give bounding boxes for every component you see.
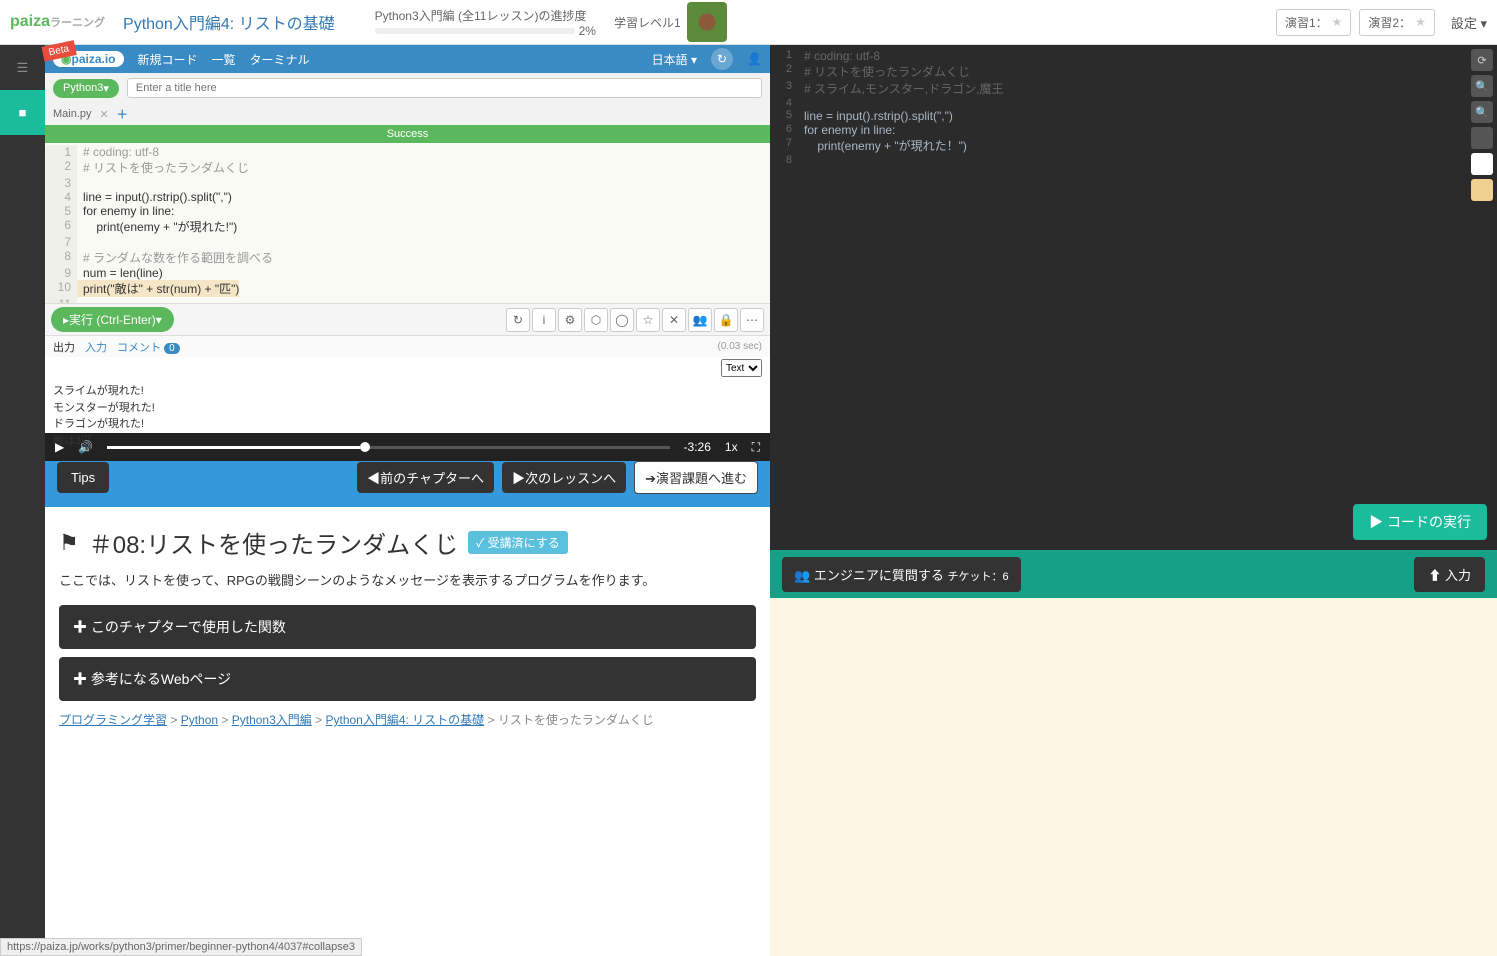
sync-icon[interactable]: ⟳ [1471,49,1493,71]
terminal-link[interactable]: ターミナル [250,51,310,68]
video-controls: ▶ 🔊 -3:26 1x ⛶ [45,433,770,461]
tips-button[interactable]: Tips [57,462,109,493]
close-icon[interactable]: ✕ [662,308,686,332]
zoom-in-icon[interactable]: 🔍 [1471,75,1493,97]
language-pill[interactable]: Python3 ▾ [53,79,119,98]
close-icon[interactable]: ✕ [100,108,109,121]
info-icon[interactable]: i [532,308,556,332]
sidebar-toggle[interactable]: ☰ [0,45,45,90]
tab-input[interactable]: 入力 [85,339,107,355]
play-icon[interactable]: ▶ [55,440,64,454]
user-icon[interactable]: 👤 [747,52,762,66]
sidebar-video[interactable]: ■ [0,90,45,135]
video-area: Beta ◉paiza.io 新規コード 一覧 ターミナル 日本語 ▾ ↻ 👤 … [45,45,770,447]
theme-dark-icon[interactable] [1471,127,1493,149]
upload-input-button[interactable]: ⬆ 入力 [1414,557,1485,592]
tab-comment[interactable]: コメント 0 [117,339,180,355]
gear-icon[interactable]: ⚙ [558,308,582,332]
logo[interactable]: paizaラーニング [10,13,105,31]
sidebar: ☰ ■ [0,45,45,956]
status-bar-url: https://paiza.jp/works/python3/primer/be… [0,938,362,956]
level-label: 学習レベル1 [614,14,681,31]
next-lesson-button[interactable]: ▶次のレッスンへ [502,462,626,493]
chapter-desc: ここでは、リストを使って、RPGの戦闘シーンのようなメッセージを表示するプログラ… [59,570,756,589]
practice-button[interactable]: ➔演習課題へ進む [634,461,758,494]
mark-done-button[interactable]: ✓ 受講済にする [468,531,568,554]
output-area [770,598,1497,956]
accordion-references[interactable]: ✚ 参考になるWebページ [59,657,756,701]
list-link[interactable]: 一覧 [212,51,236,68]
status-success: Success [45,125,770,143]
volume-icon[interactable]: 🔊 [78,440,93,454]
chapter-content: ⚑ ＃08:リストを使ったランダムくじ ✓ 受講済にする ここでは、リストを使っ… [45,507,770,956]
bc-link[interactable]: プログラミング学習 [59,713,167,727]
new-code-link[interactable]: 新規コード [138,51,198,68]
run-button[interactable]: ▸ 実行 (Ctrl-Enter) ▾ [51,307,174,332]
settings-dropdown[interactable]: 設定 ▾ [1451,13,1487,32]
bc-link[interactable]: Python3入門編 [232,713,312,727]
help-icon[interactable]: ↻ [711,48,733,70]
output-panel: スライムが現れた!モンスターが現れた!ドラゴンが現れた!敵は3匹 [45,379,770,433]
chapter-title: ＃08:リストを使ったランダムくじ [89,525,458,560]
github-icon[interactable]: ◯ [610,308,634,332]
star-icon[interactable]: ☆ [636,308,660,332]
prev-chapter-button[interactable]: ◀前のチャプターへ [357,462,494,493]
format-select[interactable]: Text [721,359,762,377]
code-editor-video: 1# coding: utf-82# リストを使ったランダムくじ34line =… [45,143,770,303]
code-editor[interactable]: 1# coding: utf-82# リストを使ったランダムくじ3# スライム,… [770,45,1497,550]
breadcrumb: プログラミング学習 > Python > Python3入門編 > Python… [59,711,756,728]
paizaio-bar: ◉paiza.io 新規コード 一覧 ターミナル 日本語 ▾ ↻ 👤 [45,45,770,73]
refresh-icon[interactable]: ↻ [506,308,530,332]
theme-sepia-icon[interactable] [1471,179,1493,201]
course-link[interactable]: Python入門編4: リストの基礎 [123,10,335,34]
ask-engineer-button[interactable]: 👥 エンジニアに質問する チケット：6 [782,557,1021,592]
progress: Python3入門編 (全11レッスン)の進捗度 2% [375,7,596,38]
more-icon[interactable]: ⋯ [740,308,764,332]
file-tab[interactable]: Main.py [53,108,92,120]
zoom-out-icon[interactable]: 🔍 [1471,101,1493,123]
exec-time: (0.03 sec) [718,341,762,352]
exercise-2-button[interactable]: 演習2：★ [1359,9,1434,36]
title-input[interactable] [127,78,762,98]
fullscreen-icon[interactable]: ⛶ [752,440,760,455]
lang-menu[interactable]: 日本語 ▾ [652,51,697,68]
accordion-functions[interactable]: ✚ このチャプターで使用した関数 [59,605,756,649]
top-bar: paizaラーニング Python入門編4: リストの基礎 Python3入門編… [0,0,1497,45]
flag-icon: ⚑ [59,530,79,556]
exercise-1-button[interactable]: 演習1：★ [1276,9,1351,36]
teal-bar: 👥 エンジニアに質問する チケット：6 ⬆ 入力 [770,550,1497,598]
star-icon: ★ [1332,15,1343,29]
avatar [687,2,727,42]
lock-icon[interactable]: 🔒 [714,308,738,332]
speed-button[interactable]: 1x [725,440,738,454]
run-code-button[interactable]: ▶ コードの実行 [1353,504,1487,540]
star-icon: ★ [1415,15,1426,29]
bc-link[interactable]: Python入門編4: リストの基礎 [325,713,484,727]
group-icon[interactable]: 👥 [688,308,712,332]
bc-link[interactable]: Python [181,713,218,727]
video-progress[interactable] [107,446,669,449]
add-file-icon[interactable]: ＋ [117,106,128,122]
video-time: -3:26 [684,440,711,454]
tab-output[interactable]: 出力 [53,339,75,355]
link-icon[interactable]: ⬡ [584,308,608,332]
theme-light-icon[interactable] [1471,153,1493,175]
